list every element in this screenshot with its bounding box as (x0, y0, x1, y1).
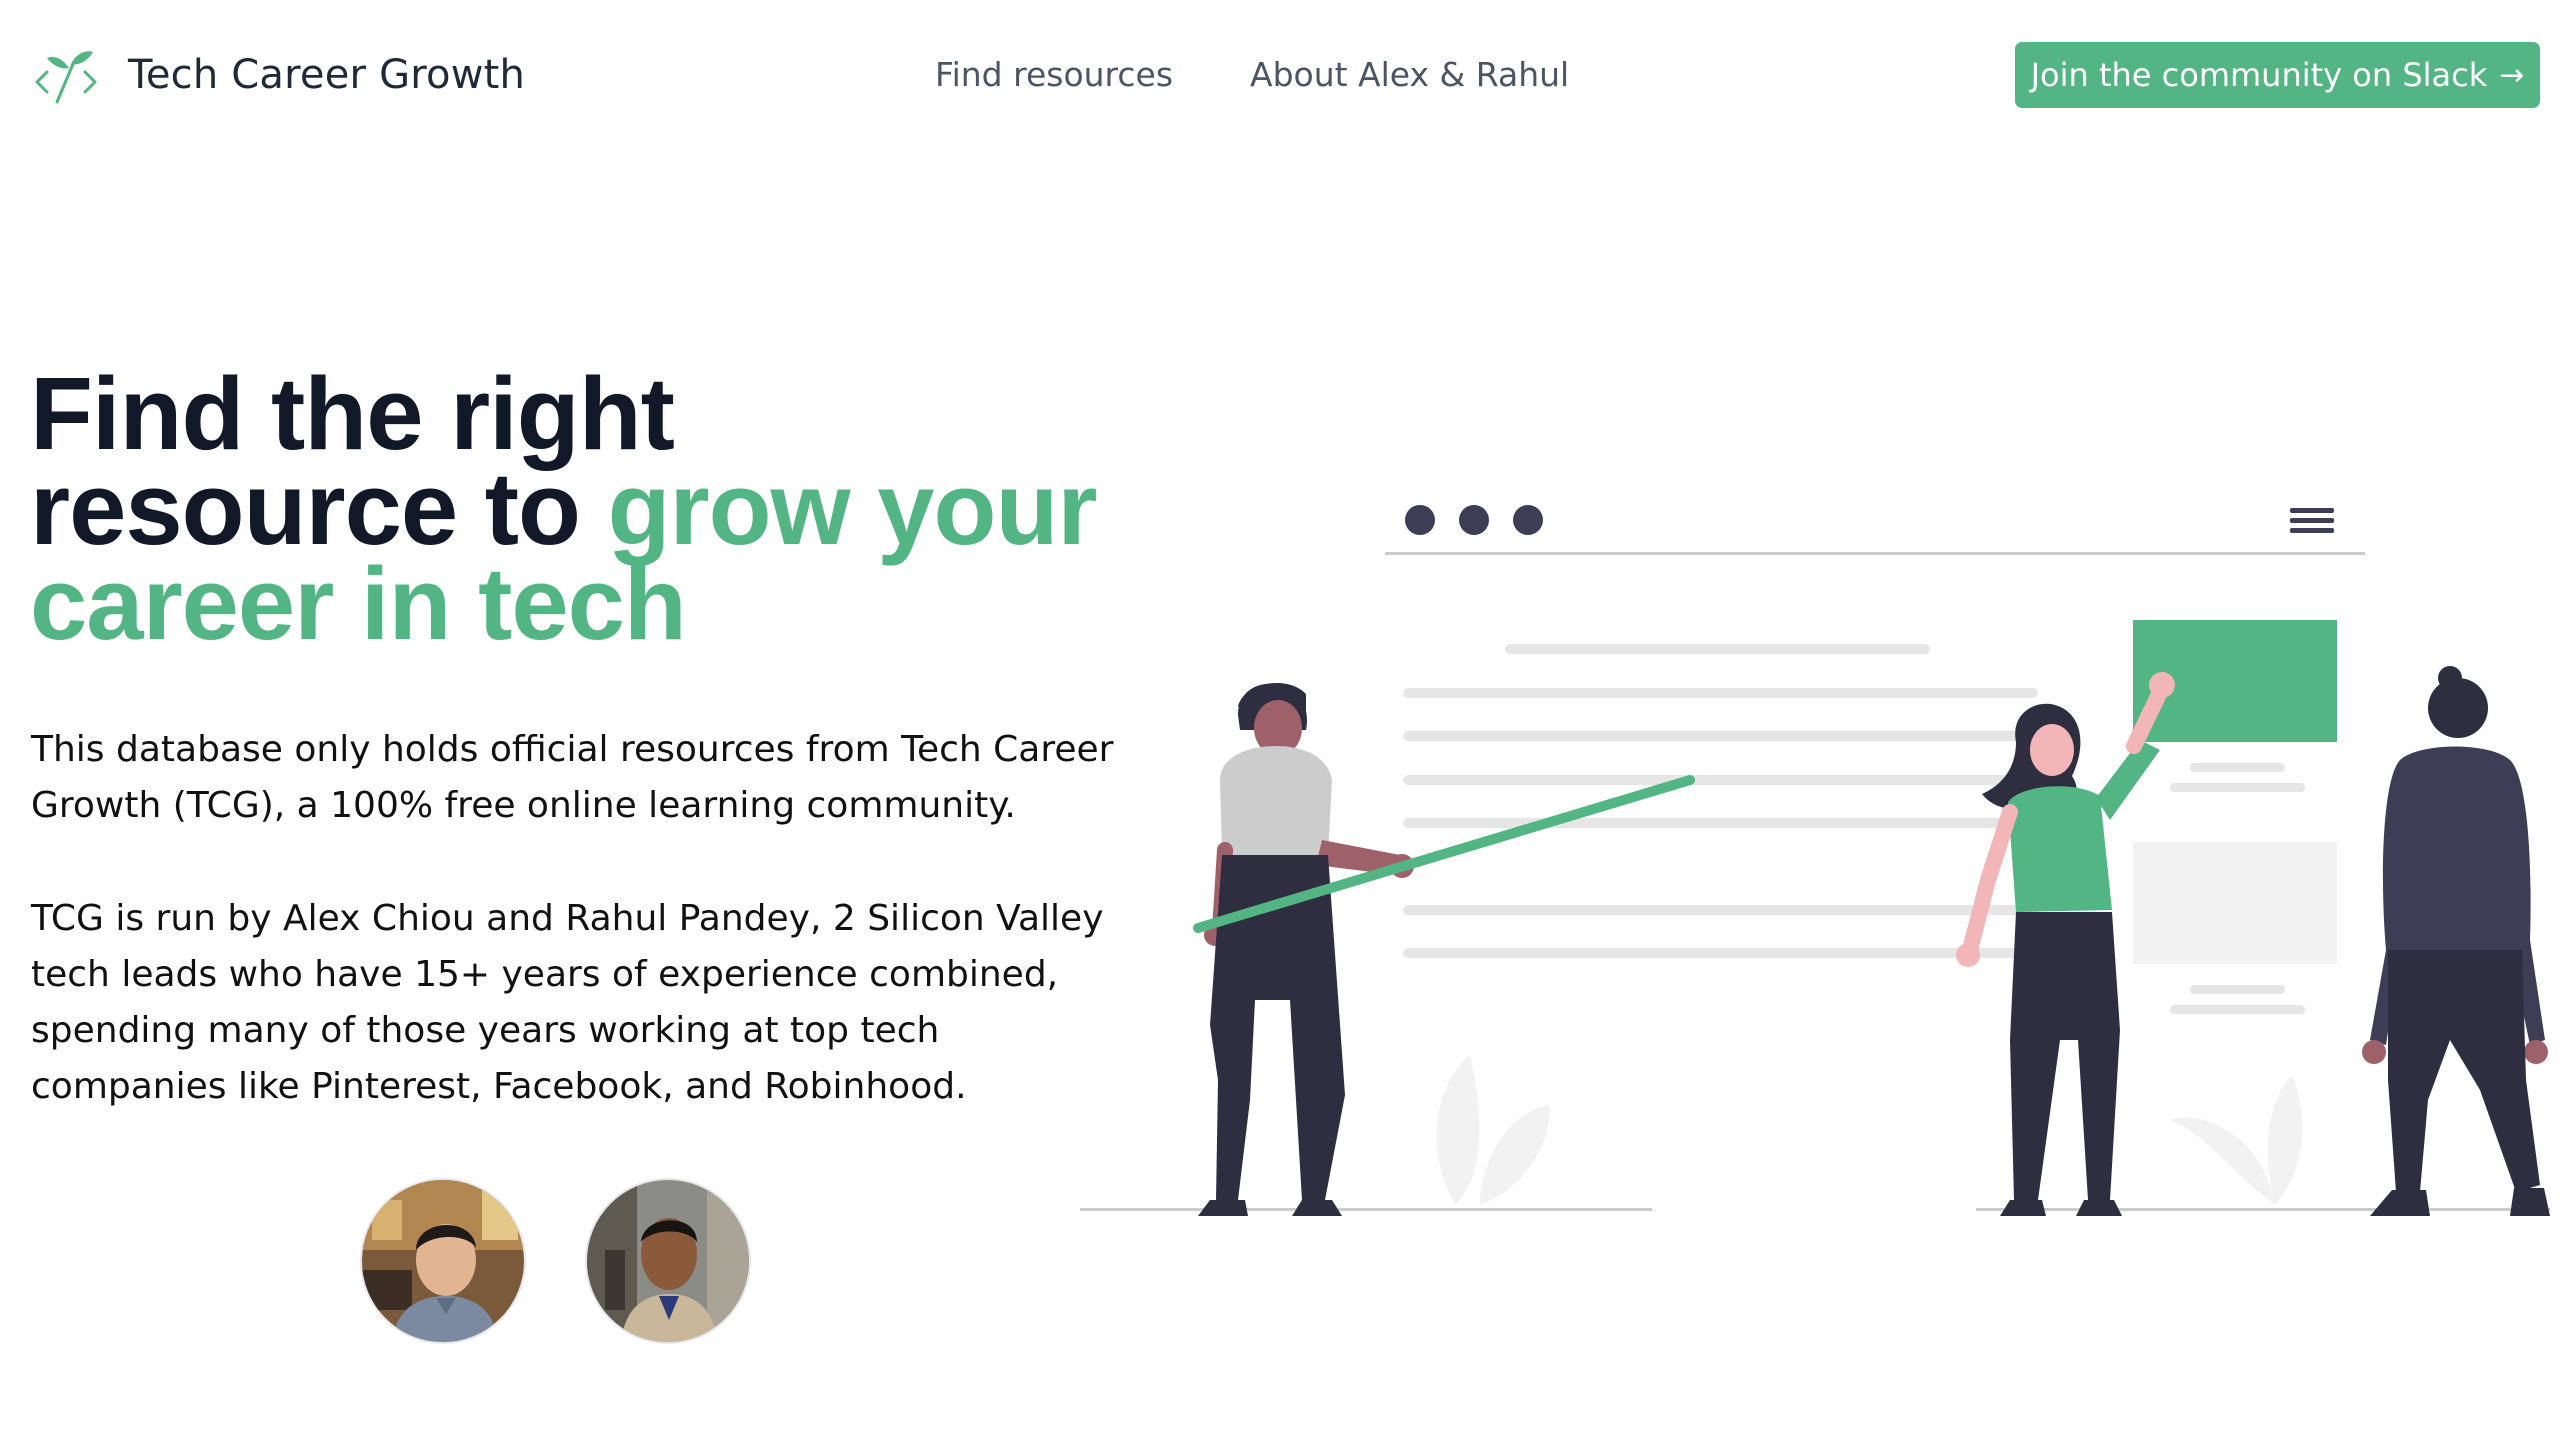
hero-title: Find the right resource to grow your car… (30, 362, 1110, 655)
avatar-alex-chiou (360, 1178, 526, 1344)
site-header: Tech Career Growth Find resources About … (0, 0, 2560, 150)
hamburger-menu-icon (2290, 508, 2334, 533)
nav-about-alex-rahul[interactable]: About Alex & Rahul (1250, 50, 1569, 100)
join-slack-button[interactable]: Join the community on Slack → (2015, 42, 2540, 108)
window-dot-icon (1405, 505, 1435, 535)
browser-window-graphic (1385, 505, 2365, 1014)
hero-title-accent-2: career in tech (30, 546, 687, 661)
person-standing-figure (2362, 666, 2550, 1216)
join-slack-label: Join the community on Slack (2030, 56, 2488, 94)
arrow-right-icon: → (2499, 57, 2525, 93)
team-collaboration-illustration (1080, 505, 2550, 1216)
window-dot-icon (1459, 505, 1489, 535)
window-dot-icon (1513, 505, 1543, 535)
avatar-rahul-pandey (585, 1178, 751, 1344)
avatar-photo-alex (362, 1180, 524, 1342)
plant-graphic (1436, 1055, 2303, 1205)
nav-find-resources[interactable]: Find resources (935, 50, 1173, 100)
founders-paragraph: TCG is run by Alex Chiou and Rahul Pande… (31, 898, 1104, 1107)
avatar-photo-rahul (587, 1180, 749, 1342)
intro-paragraph: This database only holds official resour… (31, 729, 1114, 826)
